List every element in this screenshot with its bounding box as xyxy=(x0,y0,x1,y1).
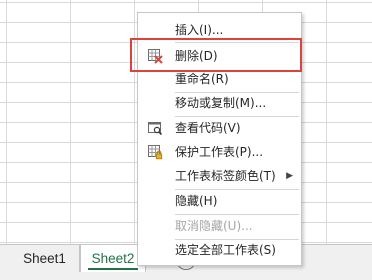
menu-item-label: 插入(I)... xyxy=(175,23,224,37)
menu-item-hide[interactable]: 隐藏(H) xyxy=(138,190,301,212)
menu-item-label: 移动或复制(M)... xyxy=(175,96,267,110)
menu-item-label: 工作表标签颜色(T) xyxy=(175,169,276,183)
menu-item-select-all-sheets[interactable]: 选定全部工作表(S) xyxy=(138,239,301,261)
sheet-tab-sheet1[interactable]: Sheet1 xyxy=(10,245,80,272)
menu-item-tab-color[interactable]: 工作表标签颜色(T) ▶ xyxy=(138,165,301,187)
menu-item-view-code[interactable]: 查看代码(V) xyxy=(138,117,301,139)
menu-item-protect-sheet[interactable]: 保护工作表(P)... xyxy=(138,141,301,163)
menu-item-move-copy[interactable]: 移动或复制(M)... xyxy=(138,92,301,114)
menu-item-label: 重命名(R) xyxy=(175,72,229,86)
menu-item-label: 选定全部工作表(S) xyxy=(175,243,276,257)
submenu-arrow-icon: ▶ xyxy=(286,171,293,181)
menu-item-label: 保护工作表(P)... xyxy=(175,145,264,159)
menu-item-label: 查看代码(V) xyxy=(175,121,241,135)
view-code-icon xyxy=(147,120,163,136)
menu-item-unhide: 取消隐藏(U)... xyxy=(138,215,301,237)
delete-highlight-annotation xyxy=(130,38,302,72)
protect-sheet-icon xyxy=(147,144,163,160)
menu-item-label: 隐藏(H) xyxy=(175,194,218,208)
menu-item-label: 取消隐藏(U)... xyxy=(175,219,253,233)
